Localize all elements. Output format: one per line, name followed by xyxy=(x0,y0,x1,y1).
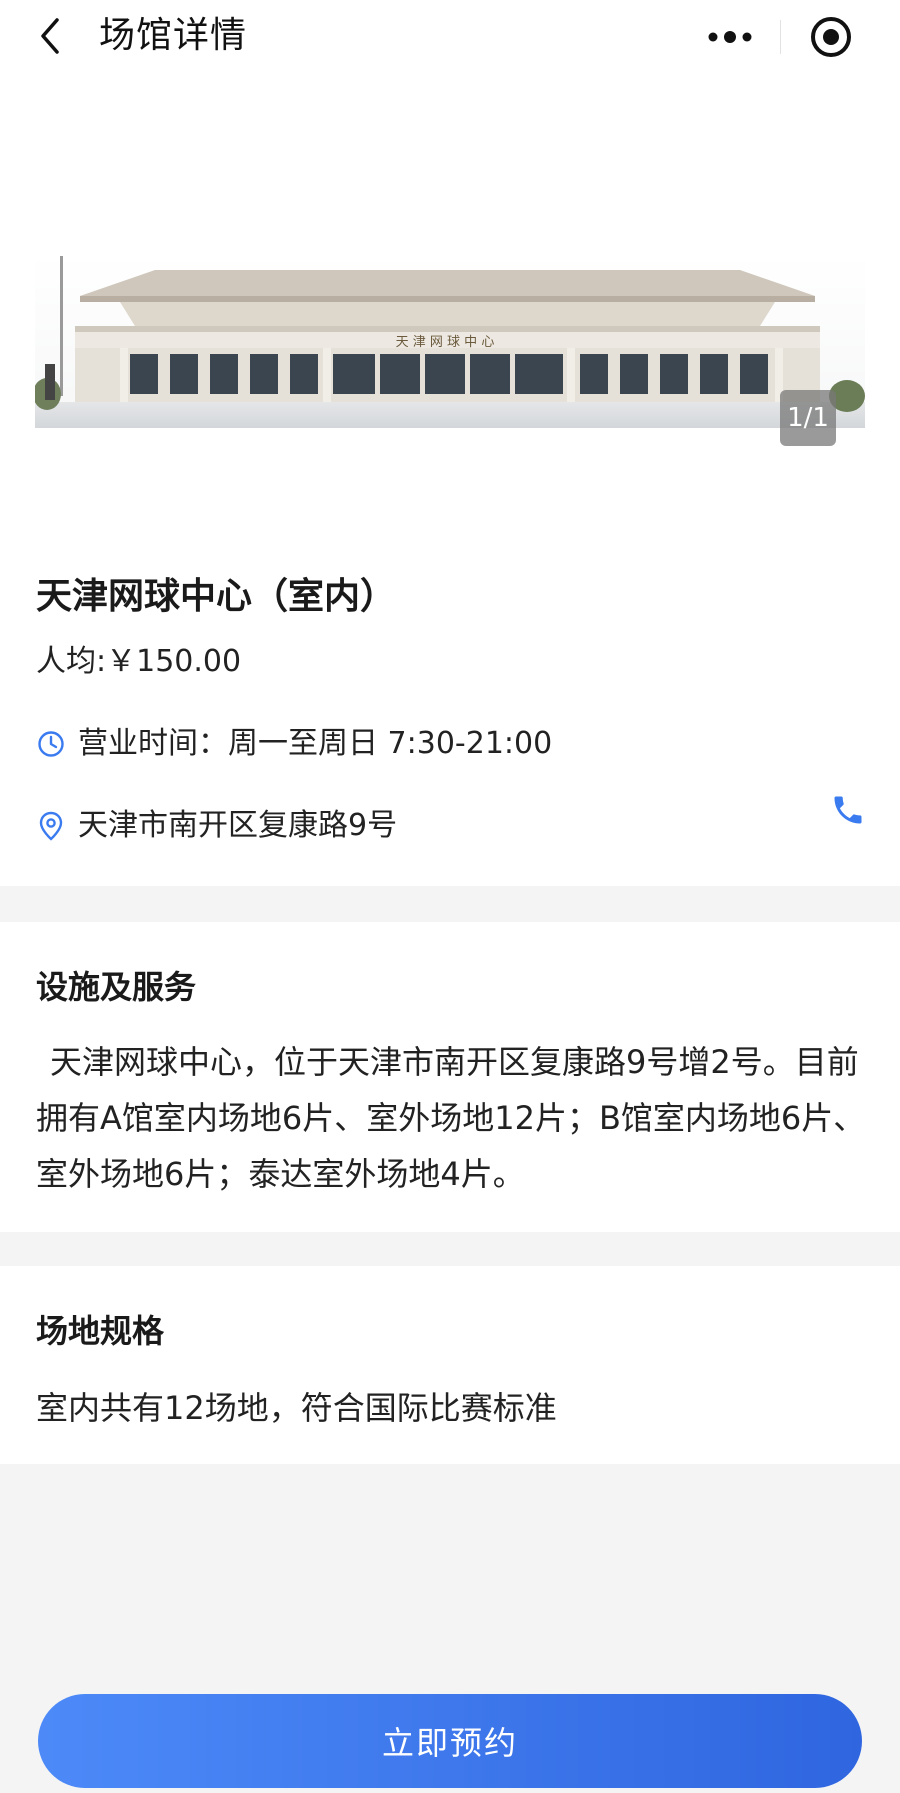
call-button[interactable] xyxy=(826,788,870,832)
clock-icon xyxy=(36,729,66,759)
page-title: 场馆详情 xyxy=(99,15,248,56)
location-pin-icon xyxy=(36,811,66,841)
nav-bar: 场馆详情 xyxy=(0,0,900,74)
venue-name: 天津网球中心（室内） xyxy=(36,576,397,617)
phone-icon xyxy=(834,796,862,824)
venue-photo: 天 津 网 球 中 心 xyxy=(35,254,865,506)
building-sign: 天 津 网 球 中 心 xyxy=(396,335,495,350)
chevron-left-icon xyxy=(41,18,59,54)
court-specs-section: 场地规格 室内共有12场地，符合国际比赛标准 xyxy=(0,1266,900,1464)
mini-program-capsule xyxy=(680,10,880,64)
venue-info-section: 天津网球中心（室内） 人均:￥150.00 营业时间：周一至周日 7:30-21… xyxy=(0,494,900,886)
address[interactable]: 天津市南开区复康路9号 xyxy=(36,806,397,846)
court-specs-description: 室内共有12场地，符合国际比赛标准 xyxy=(36,1389,557,1427)
close-mini-program-button[interactable] xyxy=(781,10,880,64)
back-button[interactable] xyxy=(30,14,70,58)
opening-hours-text: 营业时间：周一至周日 7:30-21:00 xyxy=(78,726,553,761)
price-per-person: 人均:￥150.00 xyxy=(36,644,242,679)
more-dots-icon xyxy=(708,31,752,43)
facilities-description: 天津网球中心，位于天津市南开区复康路9号增2号。目前拥有A馆室内场地6片、室外场… xyxy=(36,1043,866,1193)
facilities-title: 设施及服务 xyxy=(36,968,197,1006)
more-button[interactable] xyxy=(680,10,780,64)
book-now-button[interactable]: 立即预约 xyxy=(38,1694,862,1788)
photo-counter: 1/1 xyxy=(780,390,836,446)
address-text: 天津市南开区复康路9号 xyxy=(78,808,398,843)
court-specs-title: 场地规格 xyxy=(36,1312,165,1350)
venue-photo-carousel[interactable]: 天 津 网 球 中 心 1/1 xyxy=(0,74,900,506)
facilities-section: 设施及服务 天津网球中心，位于天津市南开区复康路9号增2号。目前拥有A馆室内场地… xyxy=(0,922,900,1232)
target-circle-icon xyxy=(810,17,851,57)
opening-hours: 营业时间：周一至周日 7:30-21:00 xyxy=(36,724,552,764)
